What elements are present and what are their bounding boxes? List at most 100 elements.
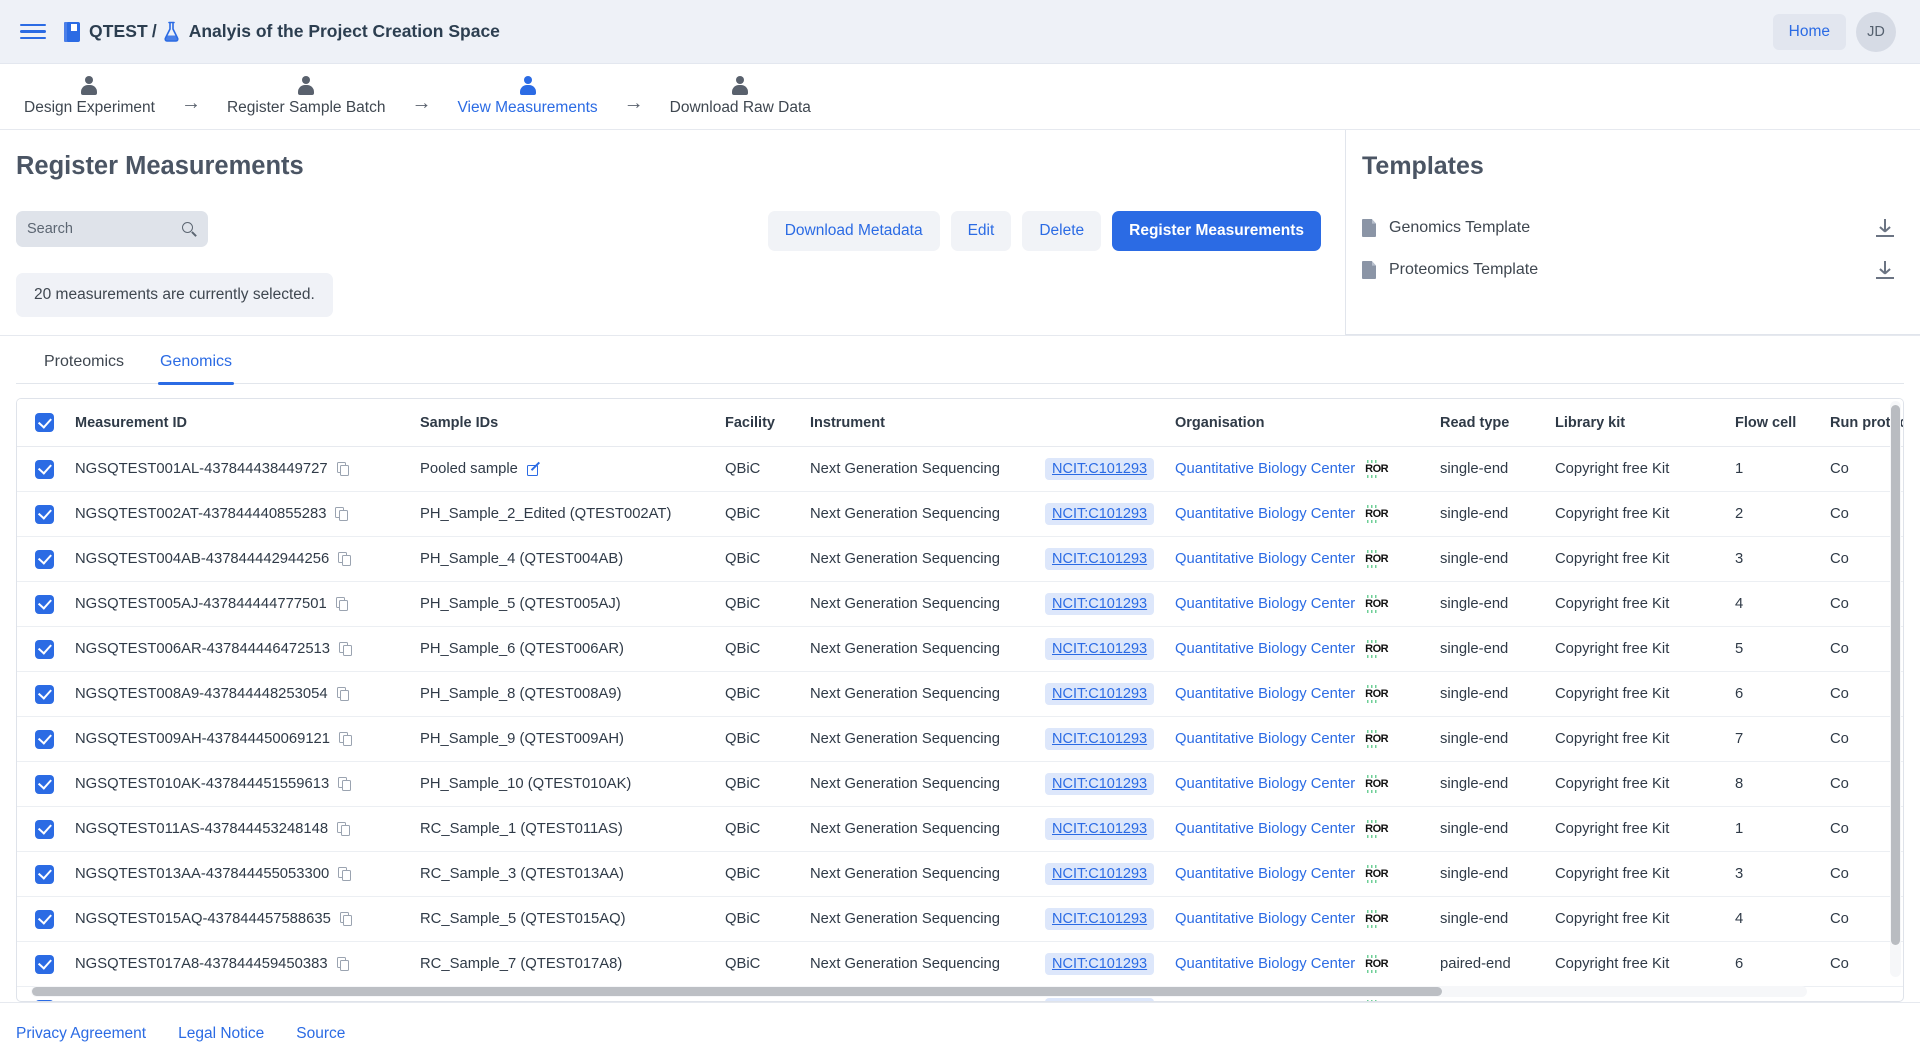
delete-button[interactable]: Delete	[1022, 211, 1101, 251]
row-checkbox[interactable]	[35, 775, 54, 794]
avatar[interactable]: JD	[1856, 12, 1896, 52]
step-register-sample-batch[interactable]: Register Sample Batch	[213, 76, 400, 117]
download-metadata-button[interactable]: Download Metadata	[768, 211, 940, 251]
table-row[interactable]: NGSQTEST004AB-437844442944256PH_Sample_4…	[17, 537, 1903, 582]
table-row[interactable]: NGSQTEST005AJ-437844444777501PH_Sample_5…	[17, 582, 1903, 627]
row-checkbox[interactable]	[35, 1000, 54, 1002]
tab-genomics[interactable]: Genomics	[150, 353, 242, 383]
header-facility[interactable]: Facility	[725, 399, 810, 447]
template-item[interactable]: Genomics Template	[1362, 207, 1894, 249]
row-checkbox[interactable]	[35, 820, 54, 839]
copy-icon[interactable]	[340, 912, 353, 926]
row-checkbox[interactable]	[35, 910, 54, 929]
table-row[interactable]: NGSQTEST010AK-437844451559613PH_Sample_1…	[17, 762, 1903, 807]
external-link-icon[interactable]	[527, 463, 540, 476]
copy-icon[interactable]	[338, 867, 351, 881]
horizontal-scrollbar[interactable]	[31, 986, 1807, 997]
table-row[interactable]: NGSQTEST013AA-437844455053300RC_Sample_3…	[17, 852, 1903, 897]
table-row[interactable]: NGSQTEST006AR-437844446472513PH_Sample_6…	[17, 627, 1903, 672]
table-row[interactable]: NGSQTEST001AL-437844438449727Pooled samp…	[17, 447, 1903, 492]
ontology-link[interactable]: NCIT:C101293	[1045, 908, 1154, 930]
copy-icon[interactable]	[337, 957, 350, 971]
ontology-link[interactable]: NCIT:C101293	[1045, 863, 1154, 885]
template-item[interactable]: Proteomics Template	[1362, 249, 1894, 291]
vertical-scrollbar-thumb[interactable]	[1891, 405, 1900, 945]
page-title-breadcrumb[interactable]: Analyis of the Project Creation Space	[189, 21, 500, 42]
edit-button[interactable]: Edit	[951, 211, 1012, 251]
row-checkbox[interactable]	[35, 865, 54, 884]
ontology-link[interactable]: NCIT:C101293	[1045, 593, 1154, 615]
table-row[interactable]: NGSQTEST008A9-437844448253054PH_Sample_8…	[17, 672, 1903, 717]
row-checkbox[interactable]	[35, 550, 54, 569]
ontology-link[interactable]: NCIT:C101293	[1045, 953, 1154, 975]
search-input[interactable]: Search	[16, 211, 208, 247]
header-flow-cell[interactable]: Flow cell	[1735, 399, 1830, 447]
header-organisation[interactable]: Organisation	[1175, 399, 1440, 447]
project-code[interactable]: QTEST	[89, 21, 148, 42]
header-library-kit[interactable]: Library kit	[1555, 399, 1735, 447]
ontology-link[interactable]: NCIT:C101293	[1045, 683, 1154, 705]
footer-link-privacy-agreement[interactable]: Privacy Agreement	[16, 1025, 146, 1043]
copy-icon[interactable]	[337, 687, 350, 701]
organisation-link[interactable]: Quantitative Biology Center	[1175, 866, 1355, 882]
table-row[interactable]: NGSQTEST011AS-437844453248148RC_Sample_1…	[17, 807, 1903, 852]
organisation-link[interactable]: Quantitative Biology Center	[1175, 506, 1355, 522]
row-checkbox[interactable]	[35, 955, 54, 974]
header-instrument[interactable]: Instrument	[810, 399, 1045, 447]
copy-icon[interactable]	[336, 597, 349, 611]
row-checkbox[interactable]	[35, 685, 54, 704]
header-read-type[interactable]: Read type	[1440, 399, 1555, 447]
step-download-raw-data[interactable]: Download Raw Data	[656, 76, 825, 117]
organisation-link[interactable]: Quantitative Biology Center	[1175, 596, 1355, 612]
row-checkbox[interactable]	[35, 640, 54, 659]
row-checkbox[interactable]	[35, 460, 54, 479]
footer-link-source[interactable]: Source	[296, 1025, 345, 1043]
ontology-link[interactable]: NCIT:C101293	[1045, 818, 1154, 840]
table-row[interactable]: NGSQTEST002AT-437844440855283PH_Sample_2…	[17, 492, 1903, 537]
organisation-link[interactable]: Quantitative Biology Center	[1175, 551, 1355, 567]
copy-icon[interactable]	[337, 462, 350, 476]
organisation-link[interactable]: Quantitative Biology Center	[1175, 461, 1355, 477]
copy-icon[interactable]	[335, 507, 348, 521]
horizontal-scrollbar-thumb[interactable]	[32, 987, 1442, 996]
footer-link-legal-notice[interactable]: Legal Notice	[178, 1025, 264, 1043]
ontology-link[interactable]: NCIT:C101293	[1045, 548, 1154, 570]
ontology-link[interactable]: NCIT:C101293	[1045, 638, 1154, 660]
organisation-link[interactable]: Quantitative Biology Center	[1175, 821, 1355, 837]
table-scroll-area[interactable]: Measurement ID Sample IDs Facility Instr…	[17, 399, 1903, 1001]
select-all-checkbox[interactable]	[35, 413, 54, 432]
copy-icon[interactable]	[339, 732, 352, 746]
download-icon[interactable]	[1876, 261, 1894, 279]
hamburger-menu-icon[interactable]	[20, 19, 46, 45]
copy-icon[interactable]	[337, 822, 350, 836]
step-view-measurements[interactable]: View Measurements	[443, 76, 611, 117]
copy-icon[interactable]	[339, 642, 352, 656]
organisation-link[interactable]: Quantitative Biology Center	[1175, 911, 1355, 927]
organisation-link[interactable]: Quantitative Biology Center	[1175, 641, 1355, 657]
row-checkbox[interactable]	[35, 730, 54, 749]
organisation-link[interactable]: Quantitative Biology Center	[1175, 956, 1355, 972]
organisation-link[interactable]: Quantitative Biology Center	[1175, 686, 1355, 702]
row-checkbox[interactable]	[35, 595, 54, 614]
home-button[interactable]: Home	[1773, 14, 1846, 50]
vertical-scrollbar[interactable]	[1890, 401, 1901, 977]
organisation-link[interactable]: Quantitative Biology Center	[1175, 776, 1355, 792]
organisation-link[interactable]: Quantitative Biology Center	[1175, 731, 1355, 747]
register-measurements-button[interactable]: Register Measurements	[1112, 211, 1321, 251]
row-checkbox[interactable]	[35, 505, 54, 524]
header-measurement-id[interactable]: Measurement ID	[75, 399, 420, 447]
ontology-link[interactable]: NCIT:C101293	[1045, 728, 1154, 750]
table-row[interactable]: NGSQTEST017A8-437844459450383RC_Sample_7…	[17, 942, 1903, 987]
ontology-link[interactable]: NCIT:C101293	[1045, 503, 1154, 525]
ontology-link[interactable]: NCIT:C101293	[1045, 773, 1154, 795]
download-icon[interactable]	[1876, 219, 1894, 237]
ontology-link[interactable]: NCIT:C101293	[1045, 458, 1154, 480]
copy-icon[interactable]	[338, 552, 351, 566]
copy-icon[interactable]	[338, 777, 351, 791]
table-row[interactable]: NGSQTEST009AH-437844450069121PH_Sample_9…	[17, 717, 1903, 762]
table-row[interactable]: NGSQTEST015AQ-437844457588635RC_Sample_5…	[17, 897, 1903, 942]
ontology-link[interactable]: NCIT:C101293	[1045, 998, 1154, 1001]
step-design-experiment[interactable]: Design Experiment	[10, 76, 169, 117]
tab-proteomics[interactable]: Proteomics	[34, 353, 134, 383]
search-icon[interactable]	[182, 222, 197, 237]
